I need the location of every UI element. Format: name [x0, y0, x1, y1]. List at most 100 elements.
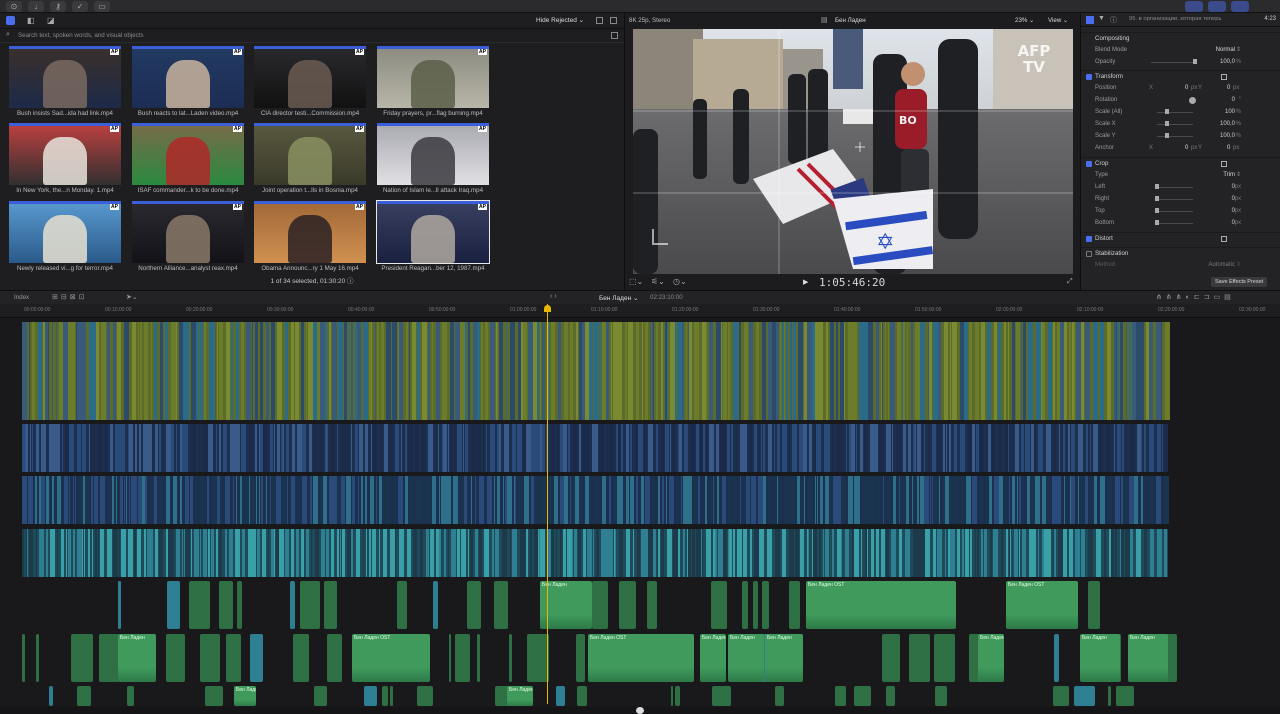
- audio-lane-2[interactable]: Бен Ладен Бен Ладен OST Бен Ладен OST Бен Л…: [0, 634, 1280, 682]
- timeline-clip[interactable]: [107, 322, 110, 420]
- timeline-clip[interactable]: [978, 322, 979, 420]
- audio-clip[interactable]: [77, 686, 91, 706]
- timeline-clip[interactable]: [453, 476, 458, 524]
- timeline-clip[interactable]: [797, 476, 800, 524]
- timeline-clip[interactable]: [371, 322, 372, 420]
- timeline-clip[interactable]: [499, 424, 501, 472]
- timeline-clip[interactable]: [219, 424, 221, 472]
- timeline-clip[interactable]: [82, 529, 83, 577]
- timeline-clip[interactable]: [100, 529, 104, 577]
- timeline-clip[interactable]: [1081, 322, 1084, 420]
- audio-clip[interactable]: [22, 634, 25, 682]
- timeline-clip[interactable]: [819, 322, 823, 420]
- timeline-clip[interactable]: [791, 322, 792, 420]
- audio-clip[interactable]: [390, 686, 393, 706]
- timeline-clip[interactable]: [1144, 424, 1146, 472]
- timeline-clip[interactable]: [1085, 322, 1090, 420]
- video-lane-primary[interactable]: [22, 322, 1170, 420]
- timeline-clip[interactable]: [1117, 424, 1121, 472]
- timeline-clip[interactable]: [617, 322, 622, 420]
- timeline-clip[interactable]: [196, 476, 197, 524]
- timeline-clip[interactable]: [475, 529, 478, 577]
- timeline-clip[interactable]: [915, 424, 916, 472]
- timeline-clip[interactable]: [596, 529, 599, 577]
- timeline-clip[interactable]: [856, 424, 857, 472]
- timeline-clip[interactable]: [1164, 476, 1169, 524]
- timeline-clip[interactable]: [552, 322, 555, 420]
- timeline-clip[interactable]: [665, 424, 669, 472]
- timeline-clip[interactable]: [383, 529, 387, 577]
- timeline-clip[interactable]: [733, 529, 735, 577]
- timeline-clip[interactable]: [790, 476, 795, 524]
- timeline-clip[interactable]: [993, 529, 998, 577]
- timeline-clip[interactable]: [1005, 476, 1007, 524]
- timeline-clip[interactable]: [172, 529, 174, 577]
- timeline-clip[interactable]: [446, 322, 447, 420]
- timeline-clip[interactable]: [405, 476, 408, 524]
- timeline-clip[interactable]: [950, 322, 951, 420]
- opacity-row[interactable]: Opacity 100,0%: [1081, 56, 1280, 68]
- timeline-clip[interactable]: [888, 322, 889, 420]
- share-icon[interactable]: ▭: [94, 1, 110, 12]
- timeline-clip[interactable]: [728, 322, 730, 420]
- timeline-clip[interactable]: [868, 322, 873, 420]
- timeline-clip[interactable]: [306, 529, 309, 577]
- timeline-clip[interactable]: [702, 476, 703, 524]
- timeline-clip[interactable]: [820, 476, 823, 524]
- timeline-clip[interactable]: [582, 424, 586, 472]
- timeline-clip[interactable]: [890, 322, 895, 420]
- timeline-clip[interactable]: [29, 322, 30, 420]
- timeline-clip[interactable]: [139, 424, 141, 472]
- timeline-clip[interactable]: [587, 529, 592, 577]
- audio-clip[interactable]: [742, 581, 748, 629]
- transform-checkbox[interactable]: [1086, 74, 1092, 80]
- timeline-clip[interactable]: [886, 529, 889, 577]
- timeline-clip[interactable]: [1056, 476, 1061, 524]
- timeline-clip[interactable]: [782, 529, 786, 577]
- timeline-clip[interactable]: [774, 476, 775, 524]
- timeline-clip[interactable]: [1021, 424, 1024, 472]
- timeline-clip[interactable]: [298, 476, 300, 524]
- timeline-clip[interactable]: [798, 322, 803, 420]
- timeline-clip[interactable]: [259, 476, 260, 524]
- timeline-clip[interactable]: [1129, 322, 1131, 420]
- timeline-clip[interactable]: [933, 529, 936, 577]
- audio-clip[interactable]: [712, 686, 731, 706]
- timeline-clip[interactable]: [1034, 424, 1036, 472]
- timeline-clip[interactable]: [1012, 476, 1015, 524]
- timeline-clip[interactable]: [1015, 424, 1019, 472]
- timeline-clip[interactable]: [121, 529, 126, 577]
- timeline-clip[interactable]: [98, 529, 99, 577]
- fullscreen-icon[interactable]: ⤢: [1067, 278, 1073, 286]
- timeline-clip[interactable]: [477, 322, 480, 420]
- timeline-clip[interactable]: [154, 476, 157, 524]
- timeline-clip[interactable]: [793, 322, 796, 420]
- timeline-clip[interactable]: [579, 424, 581, 472]
- timeline-clip[interactable]: [965, 529, 969, 577]
- timeline-clip[interactable]: [270, 424, 273, 472]
- timeline-clip[interactable]: [808, 529, 809, 577]
- timeline-clip[interactable]: [1111, 476, 1112, 524]
- timeline-clip[interactable]: [52, 322, 53, 420]
- timeline-clip[interactable]: [667, 322, 668, 420]
- timeline-clip[interactable]: [599, 322, 601, 420]
- timeline-clip[interactable]: [301, 322, 304, 420]
- timeline-clip[interactable]: [924, 476, 929, 524]
- timeline-clip[interactable]: [966, 476, 971, 524]
- timeline-clip[interactable]: [351, 529, 353, 577]
- audio-clip[interactable]: [1054, 634, 1059, 682]
- timeline-clip[interactable]: [371, 424, 372, 472]
- timeline-clip[interactable]: [703, 424, 705, 472]
- timeline-clip[interactable]: [917, 476, 919, 524]
- timeline-clip[interactable]: [597, 424, 598, 472]
- timeline-clip[interactable]: [526, 529, 528, 577]
- timeline-clip[interactable]: [1115, 529, 1117, 577]
- timeline-clip[interactable]: [340, 529, 341, 577]
- timeline-clip[interactable]: [661, 322, 663, 420]
- timeline-clip[interactable]: [644, 424, 647, 472]
- timeline-clip[interactable]: [329, 322, 331, 420]
- timeline-clip[interactable]: [928, 424, 929, 472]
- timeline-clip[interactable]: [471, 476, 472, 524]
- timeline-clip[interactable]: [372, 476, 374, 524]
- timeline-clip[interactable]: [432, 322, 433, 420]
